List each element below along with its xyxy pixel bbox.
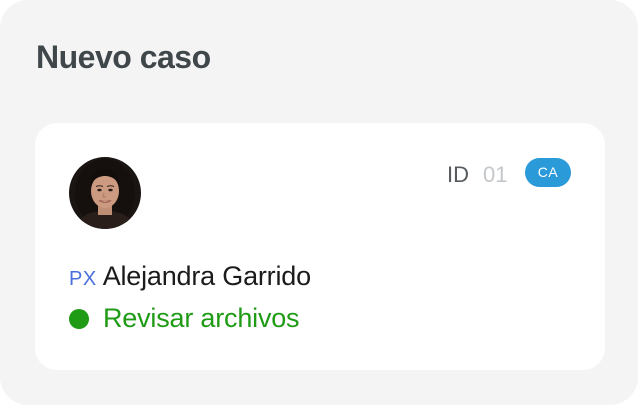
role-tag: PX <box>69 268 97 290</box>
case-badge: CA <box>525 158 571 187</box>
avatar-photo <box>69 157 141 229</box>
patient-row: PX Alejandra Garrido <box>69 261 311 292</box>
case-id-label: ID <box>447 162 469 187</box>
avatar <box>69 157 141 229</box>
case-card[interactable]: ID 01 CA PX Alejandra Garrido Revisar ar… <box>35 123 605 370</box>
status-text: Revisar archivos <box>103 303 300 333</box>
status-row: Revisar archivos <box>69 303 300 334</box>
patient-name: Alejandra Garrido <box>102 261 311 291</box>
new-case-panel: Nuevo caso ID 01 CA PX Alejandra Garrido… <box>0 0 638 405</box>
panel-title: Nuevo caso <box>36 39 211 75</box>
case-id: ID 01 <box>447 161 507 189</box>
case-id-value: 01 <box>483 162 508 187</box>
status-dot-icon <box>69 308 89 329</box>
